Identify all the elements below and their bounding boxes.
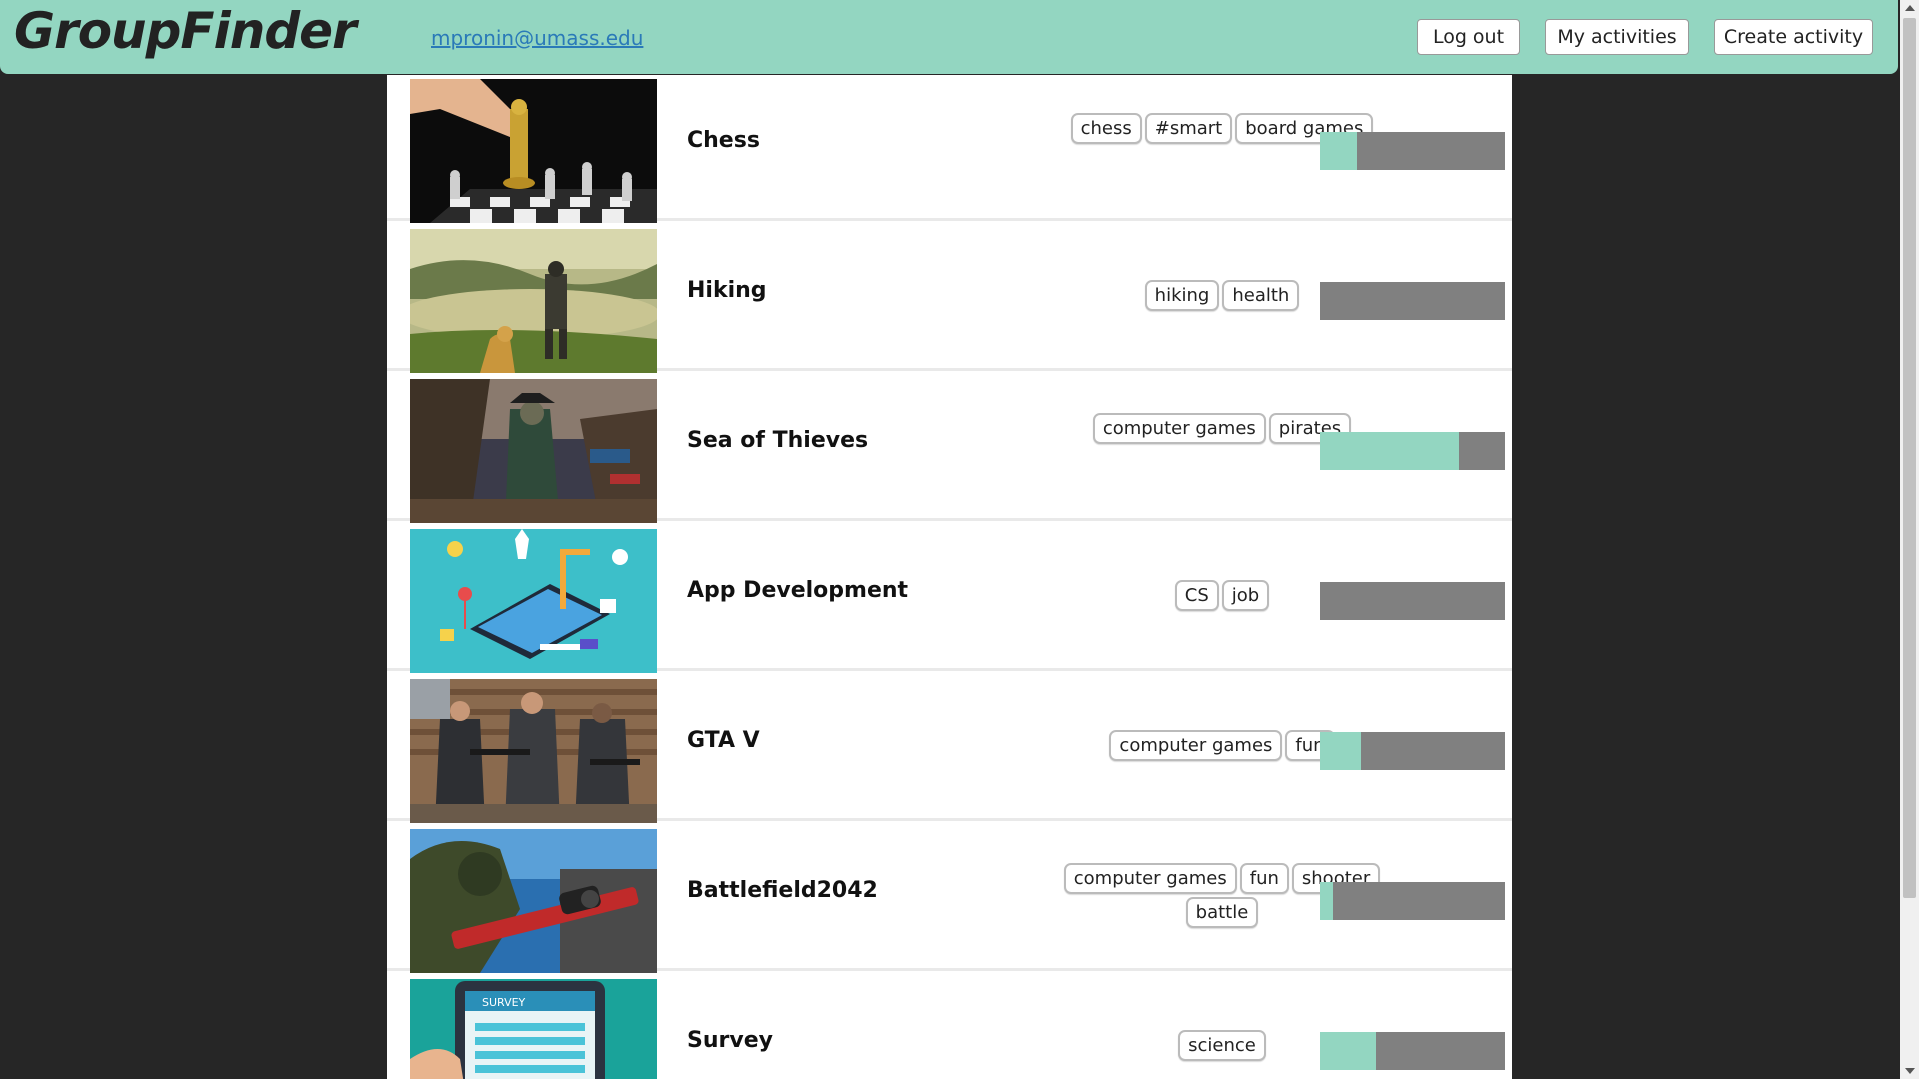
sea-of-thieves-photo[interactable] [410,379,657,523]
gta-v-photo[interactable] [410,679,657,823]
scroll-down-arrow-icon[interactable] [1905,1068,1915,1074]
survey-illustration[interactable]: SURVEY [410,979,657,1079]
progress-fill [1320,882,1333,920]
tag[interactable]: computer games [1063,863,1237,894]
my-activities-button[interactable]: My activities [1545,19,1689,55]
tag[interactable]: #smart [1144,113,1233,144]
activity-title[interactable]: App Development [687,578,908,603]
tag[interactable]: hiking [1144,280,1220,311]
activity-row[interactable]: Chess chess #smart board games [387,75,1512,223]
page: GroupFinder mpronin@umass.edu Log out My… [0,0,1919,1079]
create-activity-button[interactable]: Create activity [1714,19,1873,55]
activity-row[interactable]: Sea of Thieves computer games pirates [387,375,1512,523]
vertical-scrollbar[interactable] [1900,0,1919,1079]
tag[interactable]: computer games [1109,730,1283,761]
progress-fill [1320,432,1459,470]
progress-fill [1320,732,1361,770]
scroll-thumb[interactable] [1903,18,1916,898]
activity-row[interactable]: App Development CS job [387,525,1512,673]
activity-title[interactable]: Sea of Thieves [687,428,868,453]
activity-row[interactable]: Battlefield2042 computer games fun shoot… [387,825,1512,973]
activity-row[interactable]: Hiking hiking health [387,225,1512,373]
tag[interactable]: computer games [1092,413,1266,444]
user-email-link[interactable]: mpronin@umass.edu [431,26,643,50]
participation-progress-bar [1320,882,1505,920]
tag[interactable]: job [1221,580,1270,611]
logout-button[interactable]: Log out [1417,19,1520,55]
activity-row[interactable]: SURVEY Survey science [387,975,1512,1079]
activity-title[interactable]: GTA V [687,728,760,753]
participation-progress-bar [1320,1032,1505,1070]
tag[interactable]: CS [1174,580,1219,611]
participation-progress-bar [1320,132,1505,170]
top-header: GroupFinder mpronin@umass.edu Log out My… [0,0,1898,74]
tag[interactable]: battle [1185,897,1259,928]
participation-progress-bar [1320,432,1505,470]
scroll-up-arrow-icon[interactable] [1905,5,1915,11]
activity-title[interactable]: Survey [687,1028,773,1053]
participation-progress-bar [1320,582,1505,620]
progress-fill [1320,132,1357,170]
tag[interactable]: fun [1239,863,1289,894]
participation-progress-bar [1320,282,1505,320]
activity-title[interactable]: Battlefield2042 [687,878,878,903]
tag[interactable]: science [1178,1030,1266,1061]
app-logo[interactable]: GroupFinder [14,2,357,60]
battlefield-photo[interactable] [410,829,657,973]
chess-photo[interactable] [410,79,657,223]
activity-row[interactable]: GTA V computer games fun [387,675,1512,823]
activity-title[interactable]: Hiking [687,278,767,303]
activity-title[interactable]: Chess [687,128,760,153]
activity-list: Chess chess #smart board games Hiking hi… [387,75,1512,1079]
app-development-illustration[interactable] [410,529,657,673]
tag[interactable]: chess [1070,113,1142,144]
svg-text:SURVEY: SURVEY [482,996,526,1009]
participation-progress-bar [1320,732,1505,770]
progress-fill [1320,1032,1376,1070]
hiking-photo[interactable] [410,229,657,373]
tag[interactable]: health [1222,280,1300,311]
